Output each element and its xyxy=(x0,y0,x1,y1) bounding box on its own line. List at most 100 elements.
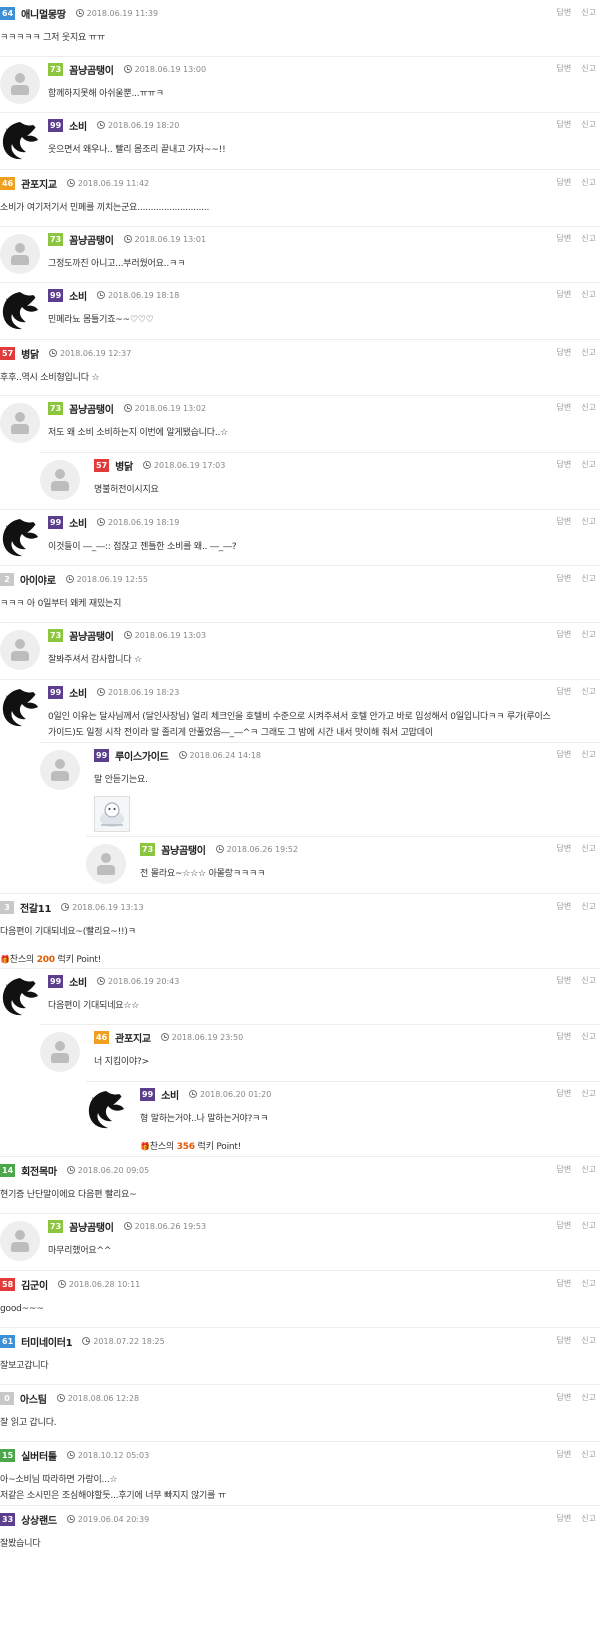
report-button[interactable]: 신고 xyxy=(581,1393,596,1402)
user-avatar[interactable] xyxy=(0,630,40,670)
username-link[interactable]: 꼼냥곰탱이 xyxy=(69,401,114,416)
report-button[interactable]: 신고 xyxy=(581,687,596,696)
report-button[interactable]: 신고 xyxy=(581,574,596,583)
username-link[interactable]: 터미네이터1 xyxy=(21,1334,72,1349)
username-link[interactable]: 아스팀 xyxy=(20,1391,47,1406)
report-button[interactable]: 신고 xyxy=(581,1089,596,1098)
reply-button[interactable]: 답변 xyxy=(557,1450,572,1459)
reply-button[interactable]: 답변 xyxy=(557,120,572,129)
report-button[interactable]: 신고 xyxy=(581,64,596,73)
report-button[interactable]: 신고 xyxy=(581,1514,596,1523)
reply-button[interactable]: 답변 xyxy=(557,1089,572,1098)
reply-button[interactable]: 답변 xyxy=(557,290,572,299)
username-link[interactable]: 소비 xyxy=(69,685,87,700)
comment-body: 소비가 여기저기서 민폐를 끼치는군요.....................… xyxy=(0,200,596,216)
report-button[interactable]: 신고 xyxy=(581,1450,596,1459)
reply-button[interactable]: 답변 xyxy=(557,517,572,526)
report-button[interactable]: 신고 xyxy=(581,976,596,985)
reply-button[interactable]: 답변 xyxy=(557,460,572,469)
report-button[interactable]: 신고 xyxy=(581,630,596,639)
report-button[interactable]: 신고 xyxy=(581,1221,596,1230)
username-link[interactable]: 소비 xyxy=(161,1087,179,1102)
username-link[interactable]: 꼼냥곰탱이 xyxy=(161,842,206,857)
username-link[interactable]: 관포지교 xyxy=(115,1030,151,1045)
report-button[interactable]: 신고 xyxy=(581,348,596,357)
username-link[interactable]: 아이야로 xyxy=(20,572,56,587)
report-button[interactable]: 신고 xyxy=(581,8,596,17)
user-avatar[interactable] xyxy=(0,1221,40,1261)
user-avatar[interactable] xyxy=(0,976,40,1016)
reply-button[interactable]: 답변 xyxy=(557,1279,572,1288)
username-link[interactable]: 실버터틀 xyxy=(21,1448,57,1463)
username-link[interactable]: 꼼냥곰탱이 xyxy=(69,1219,114,1234)
report-button[interactable]: 신고 xyxy=(581,1279,596,1288)
username-link[interactable]: 루이스가이드 xyxy=(115,748,169,763)
reply-button[interactable]: 답변 xyxy=(557,1514,572,1523)
report-button[interactable]: 신고 xyxy=(581,403,596,412)
reply-button[interactable]: 답변 xyxy=(557,1393,572,1402)
user-avatar[interactable] xyxy=(0,403,40,443)
comment-text-line: 잘봐주셔서 감사합니다 ☆ xyxy=(48,655,142,665)
report-button[interactable]: 신고 xyxy=(581,1336,596,1345)
reply-button[interactable]: 답변 xyxy=(557,976,572,985)
comment-actions: 답변 신고 xyxy=(547,975,596,986)
reply-button[interactable]: 답변 xyxy=(557,403,572,412)
reply-button[interactable]: 답변 xyxy=(557,750,572,759)
username-link[interactable]: 김군이 xyxy=(21,1277,48,1292)
comment-item: 46 관포지교 2018.06.19 11:42 답변 신고 소비가 여기저기서 민폐를 … xyxy=(0,169,600,226)
username-link[interactable]: 소비 xyxy=(69,118,87,133)
report-button[interactable]: 신고 xyxy=(581,178,596,187)
user-avatar[interactable] xyxy=(0,120,40,160)
username-link[interactable]: 상상랜드 xyxy=(21,1512,57,1527)
report-button[interactable]: 신고 xyxy=(581,234,596,243)
reply-button[interactable]: 답변 xyxy=(557,1221,572,1230)
username-link[interactable]: 소비 xyxy=(69,974,87,989)
user-avatar[interactable] xyxy=(40,1032,80,1072)
user-avatar[interactable] xyxy=(0,687,40,727)
report-button[interactable]: 신고 xyxy=(581,1165,596,1174)
comment-header: 99 소비 2018.06.20 01:20 xyxy=(140,1087,271,1102)
report-button[interactable]: 신고 xyxy=(581,750,596,759)
username-link[interactable]: 병닭 xyxy=(115,458,133,473)
clock-icon xyxy=(123,65,132,73)
username-link[interactable]: 애니멀몽땅 xyxy=(21,6,66,21)
reply-button[interactable]: 답변 xyxy=(557,1165,572,1174)
user-avatar[interactable] xyxy=(0,234,40,274)
clock-icon xyxy=(123,404,132,412)
user-avatar[interactable] xyxy=(40,460,80,500)
reply-button[interactable]: 답변 xyxy=(557,574,572,583)
report-button[interactable]: 신고 xyxy=(581,460,596,469)
report-button[interactable]: 신고 xyxy=(581,290,596,299)
username-link[interactable]: 소비 xyxy=(69,288,87,303)
username-link[interactable]: 관포지교 xyxy=(21,176,57,191)
user-avatar[interactable] xyxy=(86,1089,126,1129)
reply-button[interactable]: 답변 xyxy=(557,64,572,73)
user-avatar[interactable] xyxy=(40,750,80,790)
reply-button[interactable]: 답변 xyxy=(557,844,572,853)
report-button[interactable]: 신고 xyxy=(581,902,596,911)
user-avatar[interactable] xyxy=(0,290,40,330)
reply-button[interactable]: 답변 xyxy=(557,902,572,911)
username-link[interactable]: 꼼냥곰탱이 xyxy=(69,62,114,77)
report-button[interactable]: 신고 xyxy=(581,120,596,129)
user-avatar[interactable] xyxy=(0,517,40,557)
username-link[interactable]: 병닭 xyxy=(21,346,39,361)
report-button[interactable]: 신고 xyxy=(581,844,596,853)
reply-button[interactable]: 답변 xyxy=(557,348,572,357)
reply-button[interactable]: 답변 xyxy=(557,630,572,639)
username-link[interactable]: 회전목마 xyxy=(21,1163,57,1178)
username-link[interactable]: 꼼냥곰탱이 xyxy=(69,232,114,247)
report-button[interactable]: 신고 xyxy=(581,517,596,526)
reply-button[interactable]: 답변 xyxy=(557,178,572,187)
user-avatar[interactable] xyxy=(0,64,40,104)
reply-button[interactable]: 답변 xyxy=(557,8,572,17)
reply-button[interactable]: 답변 xyxy=(557,687,572,696)
report-button[interactable]: 신고 xyxy=(581,1032,596,1041)
username-link[interactable]: 소비 xyxy=(69,515,87,530)
reply-button[interactable]: 답변 xyxy=(557,1336,572,1345)
reply-button[interactable]: 답변 xyxy=(557,234,572,243)
reply-button[interactable]: 답변 xyxy=(557,1032,572,1041)
username-link[interactable]: 꼼냥곰탱이 xyxy=(69,628,114,643)
user-avatar[interactable] xyxy=(86,844,126,884)
username-link[interactable]: 전갈11 xyxy=(20,900,51,915)
